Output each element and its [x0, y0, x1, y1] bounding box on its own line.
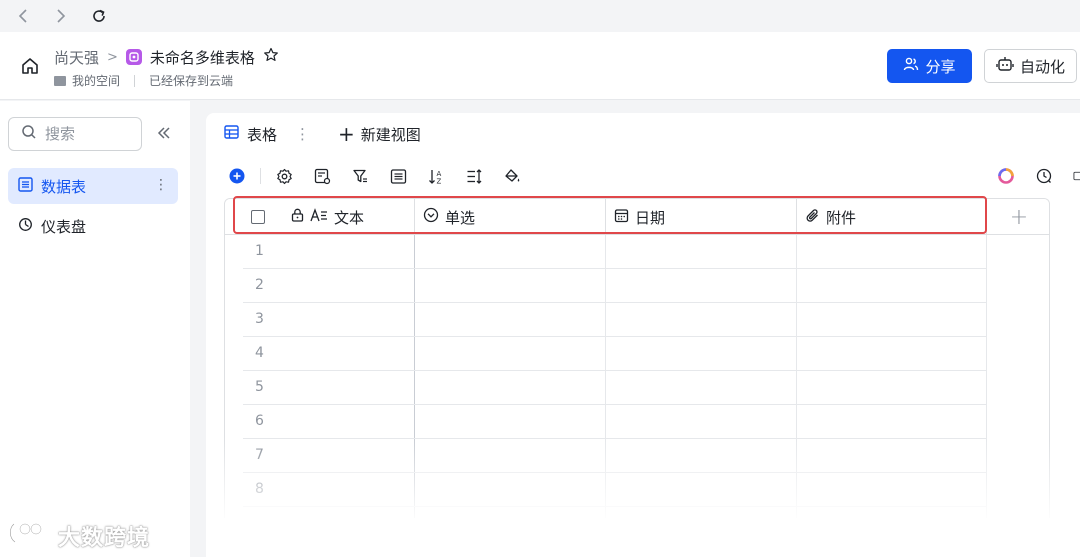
column-label: 附件 [826, 208, 857, 227]
row-height-icon[interactable] [465, 167, 483, 185]
reload-icon[interactable] [90, 7, 108, 25]
table-row[interactable]: 2 [243, 269, 987, 303]
table-icon [18, 176, 33, 196]
automation-label: 自动化 [1019, 57, 1065, 76]
row-number: 5 [255, 379, 264, 395]
row-number: 8 [255, 481, 264, 497]
folder-icon [54, 75, 66, 86]
row-number: 7 [255, 447, 264, 463]
watermark: 大数跨境 [8, 520, 150, 552]
forward-icon[interactable] [52, 7, 70, 25]
breadcrumb: 尚天强 > 未命名多维表格 [54, 46, 279, 68]
calendar-icon [614, 208, 629, 227]
new-view-button[interactable]: + 新建视图 [338, 122, 421, 146]
add-record-icon[interactable] [228, 167, 246, 185]
base-doc-icon [125, 49, 142, 65]
sidebar: 数据表 ⋮ 仪表盘 [0, 101, 190, 557]
home-icon[interactable] [20, 56, 40, 76]
tab-grid-view[interactable]: 表格 ⋮ [207, 113, 317, 155]
breadcrumb-owner[interactable]: 尚天强 [54, 47, 99, 68]
data-grid: 文本 单选 日期 附件 + 1 2 3 4 5 6 7 8 [224, 198, 1050, 518]
doc-subtitle: 我的空间 已经保存到云端 [54, 72, 233, 89]
column-label: 日期 [635, 208, 666, 227]
table-row[interactable]: 7 [243, 439, 987, 473]
history-icon[interactable] [1035, 167, 1053, 185]
save-status: 已经保存到云端 [149, 74, 234, 88]
add-column-button[interactable]: + [987, 199, 1049, 235]
collapse-sidebar-icon[interactable] [156, 125, 176, 143]
table-row[interactable]: 8 [243, 473, 987, 507]
share-button[interactable]: 分享 [887, 49, 972, 83]
tab-label: 表格 [247, 125, 278, 144]
more-vertical-icon[interactable]: ⋮ [154, 177, 168, 193]
new-view-label: 新建视图 [360, 125, 421, 144]
row-number: 4 [255, 345, 264, 361]
settings-icon[interactable] [275, 167, 293, 185]
star-icon[interactable] [263, 47, 279, 67]
column-header-date[interactable]: 日期 [606, 199, 797, 235]
grid-view-icon [224, 125, 239, 143]
paperclip-icon [805, 208, 820, 227]
sidebar-item-dashboard[interactable]: 仪表盘 [8, 208, 178, 244]
more-vertical-icon[interactable]: ⋮ [295, 125, 310, 143]
lock-icon [291, 208, 304, 226]
row-number: 6 [255, 413, 264, 429]
field-config-icon[interactable] [313, 167, 331, 185]
column-header-single-select[interactable]: 单选 [415, 199, 606, 235]
more-tools-icon[interactable] [1073, 167, 1080, 185]
paint-bucket-icon[interactable] [503, 167, 521, 185]
search-box[interactable] [8, 117, 142, 151]
automation-button[interactable]: 自动化 [984, 49, 1077, 83]
row-number: 3 [255, 311, 264, 327]
sort-icon[interactable]: AZ [427, 167, 445, 185]
share-label: 分享 [925, 57, 956, 76]
view-toolbar: AZ [228, 166, 541, 186]
filter-icon[interactable] [351, 167, 369, 185]
doc-header: 尚天强 > 未命名多维表格 我的空间 已经保存到云端 分享 自动化 [0, 32, 1080, 100]
table-row[interactable]: 1 [243, 235, 987, 269]
search-icon [21, 124, 37, 144]
single-select-icon [423, 207, 439, 227]
table-row[interactable]: 5 [243, 371, 987, 405]
row-number: 1 [255, 243, 264, 259]
watermark-text: 大数跨境 [58, 526, 151, 551]
toolbar-divider [260, 168, 261, 184]
divider [134, 74, 136, 87]
browser-toolbar [0, 0, 1080, 32]
grid-header: 文本 单选 日期 附件 + [225, 199, 1049, 235]
search-input[interactable] [45, 125, 125, 143]
watermark-logo-icon [8, 520, 52, 552]
space-label[interactable]: 我的空间 [72, 72, 120, 89]
table-row[interactable]: 6 [243, 405, 987, 439]
select-all-checkbox[interactable] [251, 210, 265, 224]
ai-assistant-icon[interactable] [997, 167, 1015, 185]
column-header-text[interactable]: 文本 [281, 199, 415, 235]
column-label: 文本 [334, 208, 365, 227]
table-row[interactable]: 4 [243, 337, 987, 371]
robot-icon [996, 56, 1014, 76]
plus-icon: + [338, 122, 355, 146]
column-header-attachment[interactable]: 附件 [797, 199, 987, 235]
sidebar-item-label: 数据表 [41, 177, 87, 196]
column-label: 单选 [445, 208, 476, 227]
breadcrumb-separator: > [107, 49, 118, 65]
row-number: 2 [255, 277, 264, 293]
dashboard-icon [18, 217, 33, 236]
sidebar-item-datasheet[interactable]: 数据表 ⋮ [8, 168, 178, 204]
toolbar-right [997, 166, 1080, 186]
sidebar-item-label: 仪表盘 [41, 217, 87, 236]
doc-title[interactable]: 未命名多维表格 [150, 47, 255, 68]
table-row[interactable]: 3 [243, 303, 987, 337]
group-icon[interactable] [389, 167, 407, 185]
back-icon[interactable] [14, 7, 32, 25]
users-icon [903, 56, 919, 76]
text-field-icon [310, 208, 328, 226]
svg-text:Z: Z [436, 177, 441, 185]
